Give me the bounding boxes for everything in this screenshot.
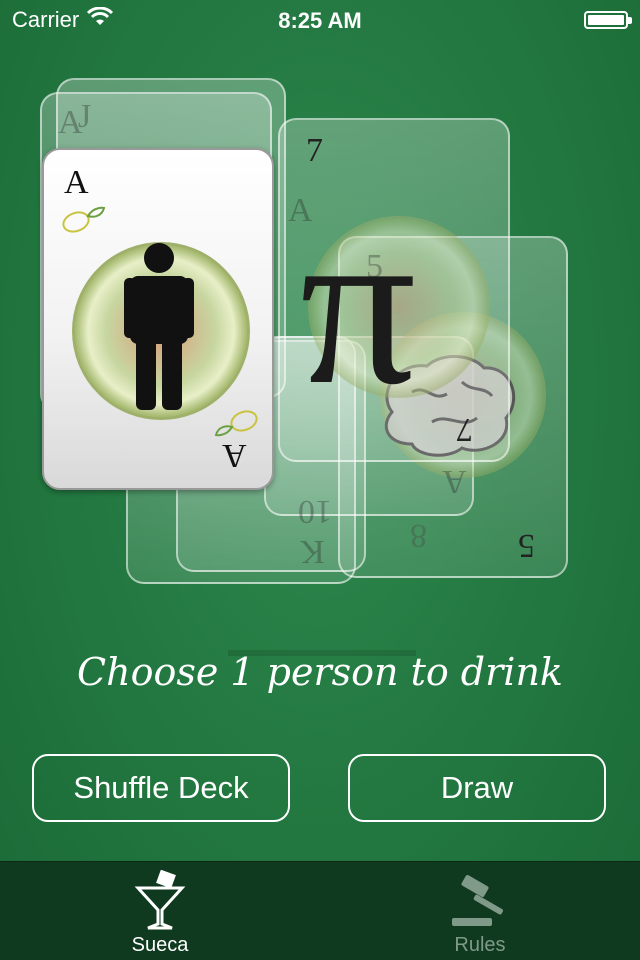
tab-sueca[interactable]: Sueca <box>0 862 320 960</box>
ghost-rank: A <box>442 463 467 500</box>
drawn-card[interactable]: A A <box>42 148 274 490</box>
corner-rank: 7 <box>456 411 473 448</box>
card-rank-top: A <box>64 164 89 201</box>
lemon-icon <box>214 404 260 439</box>
tab-label: Rules <box>454 934 506 956</box>
drink-prompt: Choose 1 person to drink <box>77 650 563 694</box>
draw-button[interactable]: Draw <box>348 754 606 822</box>
ghost-rank: J <box>78 98 92 135</box>
tab-rules[interactable]: Rules <box>320 862 640 960</box>
ghost-rank: K <box>300 533 325 570</box>
card-rank-bottom: A <box>222 437 247 474</box>
card-stack-area[interactable]: A J 10 K 8 A 5 7 A 5 π 7 A <box>0 40 640 656</box>
person-icon <box>124 242 194 417</box>
wifi-icon <box>87 6 114 33</box>
gavel-icon <box>448 870 512 930</box>
pi-icon: π <box>300 177 417 432</box>
tab-label: Sueca <box>131 934 189 956</box>
status-left: Carrier <box>0 6 114 33</box>
tab-bar: Sueca Rules <box>0 861 640 960</box>
shuffle-deck-button[interactable]: Shuffle Deck <box>32 754 290 822</box>
carrier-label: Carrier <box>12 7 80 32</box>
status-bar: Carrier 8:25 AM <box>0 0 640 40</box>
corner-rank: 5 <box>518 527 535 564</box>
battery-icon <box>584 11 632 29</box>
ghost-rank: 10 <box>298 493 332 530</box>
lemon-icon <box>60 204 106 239</box>
corner-rank: 7 <box>306 132 323 169</box>
card-stand <box>228 592 416 656</box>
cocktail-glass-icon <box>132 870 188 930</box>
